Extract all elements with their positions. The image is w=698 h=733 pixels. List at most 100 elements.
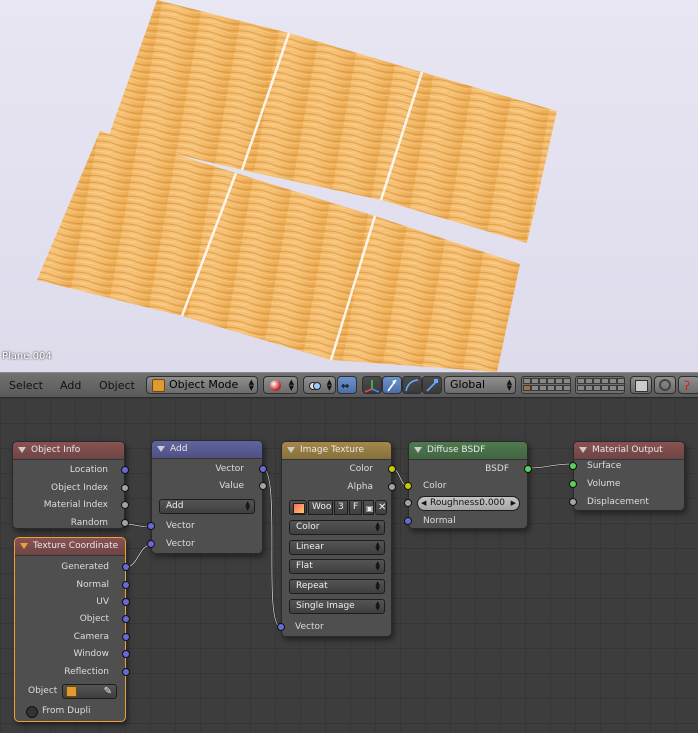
shading-dropdown[interactable]: ▲ ▼	[263, 376, 298, 394]
source-dropdown[interactable]: Single Image ▲ ▼	[289, 599, 385, 614]
socket-uv[interactable]	[122, 598, 130, 606]
node-header[interactable]: Diffuse BSDF	[409, 442, 527, 460]
operation-dropdown[interactable]: Add ▲ ▼	[159, 499, 255, 514]
output-window: Window	[73, 649, 110, 659]
menu-object[interactable]: Object	[99, 379, 135, 392]
mode-dropdown[interactable]: Object Mode ▲ ▼	[146, 376, 258, 394]
color-space-dropdown[interactable]: Color ▲ ▼	[289, 520, 385, 535]
node-header[interactable]: Image Texture	[282, 442, 391, 460]
socket-bsdf-out[interactable]	[524, 465, 532, 473]
socket-displacement-in[interactable]	[569, 498, 577, 506]
socket-surface-in[interactable]	[569, 462, 577, 470]
socket-material-index[interactable]	[121, 501, 129, 509]
collapse-arrow-icon[interactable]	[579, 447, 587, 453]
socket-vector-out[interactable]	[259, 465, 267, 473]
socket-volume-in[interactable]	[569, 480, 577, 488]
fake-user-button[interactable]: F	[349, 500, 362, 515]
collapse-arrow-icon[interactable]	[20, 543, 28, 549]
node-image-texture[interactable]: Image Texture Color Alpha Woo 3 F ▣ ✕ Co…	[277, 441, 396, 637]
socket-color-in[interactable]	[404, 482, 412, 490]
open-image-button[interactable]: ▣	[363, 500, 374, 515]
rotate-manipulator[interactable]	[402, 376, 422, 394]
scale-manipulator[interactable]	[422, 376, 442, 394]
socket-normal-in[interactable]	[404, 517, 412, 525]
socket-object[interactable]	[122, 615, 130, 623]
node-title: Diffuse BSDF	[427, 445, 486, 455]
collapse-arrow-icon[interactable]	[414, 447, 422, 453]
socket-color-out[interactable]	[388, 465, 396, 473]
render-button[interactable]: ʔ	[678, 376, 698, 394]
updown-arrows-icon: ▲ ▼	[245, 500, 250, 512]
collapse-arrow-icon[interactable]	[157, 446, 165, 452]
updown-arrows-icon: ▲ ▼	[326, 378, 332, 392]
socket-camera[interactable]	[122, 633, 130, 641]
projection-dropdown[interactable]: Flat ▲ ▼	[289, 559, 385, 574]
image-name-field[interactable]: Woo	[308, 500, 333, 515]
unlink-image-button[interactable]: ✕	[375, 500, 387, 515]
object-picker[interactable]: ✎	[62, 684, 117, 699]
image-browse-button[interactable]	[289, 500, 307, 515]
from-dupli-checkbox[interactable]	[26, 706, 38, 718]
socket-object-index[interactable]	[121, 484, 129, 492]
socket-vector-in[interactable]	[277, 623, 285, 631]
extension-label: Repeat	[296, 581, 328, 591]
node-title: Material Output	[592, 445, 663, 455]
menu-add[interactable]: Add	[60, 379, 81, 392]
select-manipulator[interactable]	[382, 376, 402, 394]
node-object-info[interactable]: Object Info Location Object Index Materi…	[12, 441, 129, 529]
socket-generated[interactable]	[122, 563, 130, 571]
pivot-dropdown[interactable]: ▲ ▼	[303, 376, 336, 394]
translate-manipulator[interactable]	[362, 376, 382, 394]
node-header[interactable]: Material Output	[574, 442, 684, 460]
increment-arrow-icon[interactable]: ▶	[511, 497, 516, 510]
node-header[interactable]: Add	[152, 441, 262, 459]
extension-dropdown[interactable]: Repeat ▲ ▼	[289, 579, 385, 594]
node-texture-coordinate[interactable]: Texture Coordinate Generated Normal UV O…	[14, 537, 130, 722]
socket-location[interactable]	[121, 466, 129, 474]
collapse-arrow-icon[interactable]	[18, 447, 26, 453]
layers-group-1[interactable]	[521, 376, 571, 394]
node-header[interactable]: Texture Coordinate	[15, 538, 125, 556]
cursor-arrow-icon	[387, 379, 397, 392]
layer-lock-button[interactable]	[630, 376, 652, 394]
operation-label: Add	[166, 501, 184, 511]
output-material-index: Material Index	[43, 500, 108, 510]
3d-viewport[interactable]: Plane.004	[0, 0, 698, 373]
eyedropper-icon[interactable]: ✎	[104, 685, 112, 698]
manipulator-toggle[interactable]: ⇔	[337, 376, 357, 394]
menu-select[interactable]: Select	[9, 379, 43, 392]
socket-reflection[interactable]	[122, 668, 130, 676]
input-surface: Surface	[587, 461, 622, 471]
socket-random[interactable]	[121, 519, 129, 527]
socket-value-out[interactable]	[259, 482, 267, 490]
socket-window[interactable]	[122, 650, 130, 658]
socket-alpha-out[interactable]	[388, 483, 396, 491]
input-vector-1: Vector	[166, 521, 195, 531]
projection-label: Flat	[296, 561, 313, 571]
node-add[interactable]: Add Vector Value Add ▲ ▼ Vector Vector	[147, 440, 267, 554]
interpolation-dropdown[interactable]: Linear ▲ ▼	[289, 540, 385, 555]
socket-vector-in-1[interactable]	[147, 522, 155, 530]
output-random: Random	[70, 518, 108, 528]
decrement-arrow-icon[interactable]: ◀	[421, 497, 426, 510]
node-diffuse-bsdf[interactable]: Diffuse BSDF BSDF Color ◀ Roughness: 0.0…	[404, 441, 532, 529]
wood-planes[interactable]	[37, 0, 557, 372]
close-icon: ✕	[378, 502, 387, 513]
node-header[interactable]: Object Info	[13, 442, 124, 460]
updown-arrows-icon: ▲ ▼	[288, 378, 294, 392]
collapse-arrow-icon[interactable]	[287, 447, 295, 453]
image-icon	[293, 503, 305, 514]
socket-normal[interactable]	[122, 581, 130, 589]
orientation-dropdown[interactable]: Global ▲ ▼	[444, 376, 516, 394]
node-editor[interactable]: Object Info Location Object Index Materi…	[0, 398, 698, 733]
image-datablock[interactable]: Woo 3 F ▣ ✕	[289, 500, 387, 515]
render-preview-button[interactable]	[654, 376, 676, 394]
node-title: Object Info	[31, 445, 81, 455]
node-material-output[interactable]: Material Output Surface Volume Displacem…	[569, 441, 685, 511]
socket-vector-in-2[interactable]	[147, 540, 155, 548]
object-field-label: Object	[28, 686, 58, 696]
layers-group-2[interactable]	[575, 376, 625, 394]
image-users-count[interactable]: 3	[334, 500, 348, 515]
roughness-slider[interactable]: ◀ Roughness: 0.000 ▶	[417, 496, 520, 511]
socket-roughness-in[interactable]	[404, 499, 412, 507]
